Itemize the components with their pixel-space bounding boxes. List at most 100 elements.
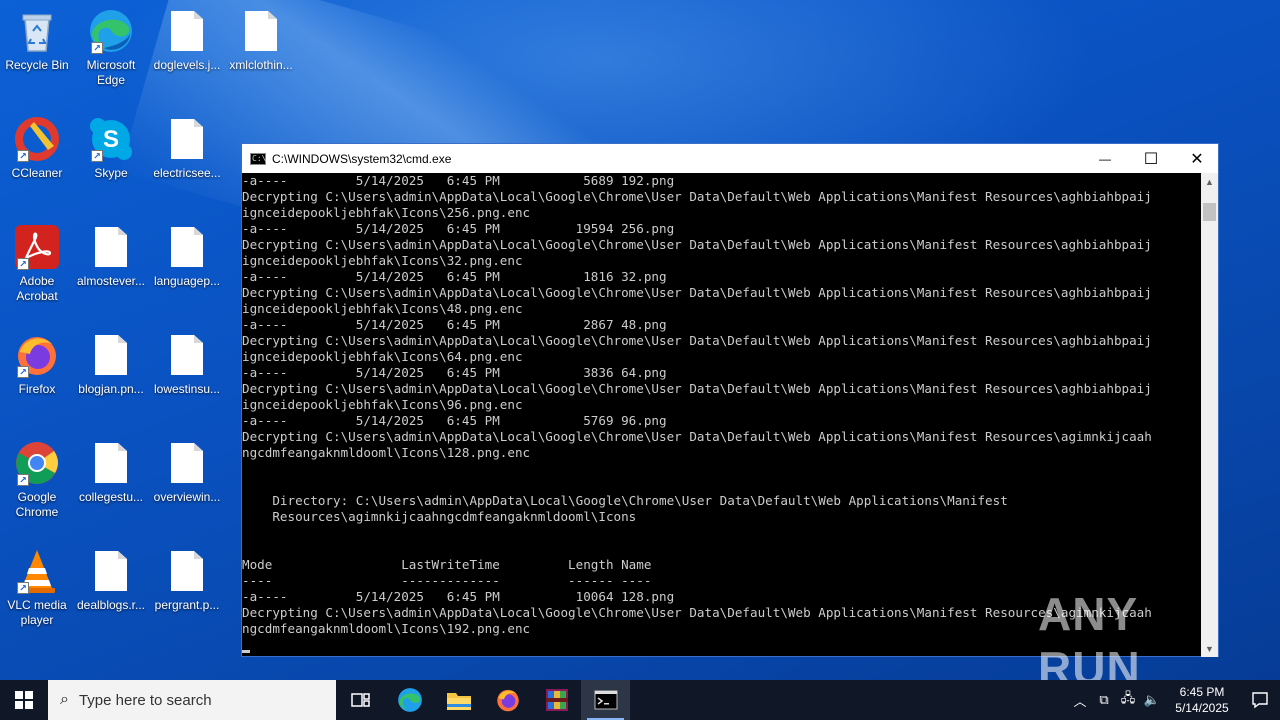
- desktop-icon-file[interactable]: pergrant.p...: [150, 548, 224, 613]
- taskbar-winrar[interactable]: [532, 680, 581, 720]
- windows-logo-icon: [15, 691, 33, 709]
- taskbar-firefox[interactable]: [483, 680, 532, 720]
- acrobat-icon: ↗: [13, 224, 61, 270]
- console-line: Decrypting C:\Users\admin\AppData\Local\…: [242, 333, 1152, 348]
- shortcut-arrow-icon: ↗: [91, 42, 103, 54]
- taskbar-clock[interactable]: 6:45 PM 5/14/2025: [1164, 684, 1240, 716]
- file-icon: [87, 332, 135, 378]
- taskbar-edge[interactable]: [385, 680, 434, 720]
- desktop-icon-label: lowestinsu...: [153, 382, 221, 396]
- search-icon: ⌕: [60, 691, 69, 708]
- desktop-icon-label: Skype: [94, 166, 128, 180]
- chrome-icon: ↗: [13, 440, 61, 486]
- desktop-icon-label: Microsoft Edge: [86, 58, 136, 87]
- console-line: ignceidepookljebhfak\Icons\64.png.enc: [242, 349, 523, 364]
- edge-icon: ↗: [87, 8, 135, 54]
- console-scrollbar[interactable]: ▲ ▼: [1201, 173, 1218, 657]
- svg-text:S: S: [103, 126, 119, 153]
- minimize-button[interactable]: —: [1082, 144, 1128, 173]
- file-icon: [163, 8, 211, 54]
- cmd-titlebar[interactable]: C:\ C:\WINDOWS\system32\cmd.exe — ☐ ✕: [242, 144, 1218, 173]
- desktop-icon-file[interactable]: electricsee...: [150, 116, 224, 181]
- file-icon: [163, 440, 211, 486]
- maximize-icon: ☐: [1143, 150, 1159, 168]
- desktop-icon-label: electricsee...: [153, 166, 221, 180]
- desktop-icon-google-chrome[interactable]: ↗ Google Chrome: [0, 440, 74, 520]
- desktop-icon-label: Firefox: [18, 382, 56, 396]
- desktop-icon-ccleaner[interactable]: ↗ CCleaner: [0, 116, 74, 181]
- shortcut-arrow-icon: ↗: [17, 474, 29, 486]
- file-icon: [237, 8, 285, 54]
- notification-center-button[interactable]: [1240, 680, 1280, 720]
- scroll-thumb[interactable]: [1203, 203, 1216, 221]
- desktop-icon-label: VLC media player: [7, 598, 67, 627]
- network-icon[interactable]: 🖧: [1116, 689, 1140, 711]
- desktop-icon-file[interactable]: doglevels.j...: [150, 8, 224, 73]
- desktop-icon-label: blogjan.pn...: [78, 382, 144, 396]
- desktop-icon-file[interactable]: dealblogs.r...: [74, 548, 148, 613]
- desktop-icon-file[interactable]: collegestu...: [74, 440, 148, 505]
- scroll-up-icon[interactable]: ▲: [1201, 173, 1218, 190]
- desktop-icon-file[interactable]: xmlclothin...: [224, 8, 298, 73]
- file-icon: [87, 440, 135, 486]
- shortcut-arrow-icon: ↗: [17, 582, 29, 594]
- maximize-button[interactable]: ☐: [1128, 144, 1174, 173]
- console-line: Decrypting C:\Users\admin\AppData\Local\…: [242, 429, 1152, 444]
- taskbar-cmd[interactable]: [581, 680, 630, 720]
- window-title: C:\WINDOWS\system32\cmd.exe: [272, 151, 452, 166]
- clock-time: 6:45 PM: [1179, 685, 1225, 699]
- file-icon: [163, 116, 211, 162]
- desktop-icon-file[interactable]: blogjan.pn...: [74, 332, 148, 397]
- console-line: Mode LastWriteTime Length Name: [242, 557, 652, 572]
- desktop-icon-label: CCleaner: [11, 166, 63, 180]
- desktop-icon-label: Recycle Bin: [5, 58, 69, 72]
- console-line: -a---- 5/14/2025 6:45 PM 5689 192.png: [242, 173, 675, 188]
- volume-icon[interactable]: 🔈: [1140, 692, 1164, 708]
- task-view-button[interactable]: [336, 680, 385, 720]
- clock-date: 5/14/2025: [1175, 701, 1229, 715]
- desktop-icon-label: Google Chrome: [15, 490, 59, 519]
- desktop-icon-file[interactable]: almostever...: [74, 224, 148, 289]
- file-icon: [163, 224, 211, 270]
- console-line: Decrypting C:\Users\admin\AppData\Local\…: [242, 285, 1152, 300]
- console-line: ignceidepookljebhfak\Icons\48.png.enc: [242, 301, 523, 316]
- console-line: ignceidepookljebhfak\Icons\96.png.enc: [242, 397, 523, 412]
- shortcut-arrow-icon: ↗: [17, 150, 29, 162]
- ccleaner-icon: ↗: [13, 116, 61, 162]
- desktop-icon-microsoft-edge[interactable]: ↗ Microsoft Edge: [74, 8, 148, 88]
- start-button[interactable]: [0, 680, 48, 720]
- console-line: Directory: C:\Users\admin\AppData\Local\…: [242, 493, 1008, 508]
- desktop-icon-vlc[interactable]: ↗ VLC media player: [0, 548, 74, 628]
- console-line: -a---- 5/14/2025 6:45 PM 19594 256.png: [242, 221, 675, 236]
- desktop-icon-file[interactable]: languagep...: [150, 224, 224, 289]
- desktop-icon-skype[interactable]: S ↗ Skype: [74, 116, 148, 181]
- firefox-icon: [496, 689, 519, 712]
- desktop-icon-label: overviewin...: [153, 490, 221, 504]
- close-button[interactable]: ✕: [1174, 144, 1220, 173]
- cmd-window[interactable]: C:\ C:\WINDOWS\system32\cmd.exe — ☐ ✕ -a…: [241, 143, 1219, 657]
- taskbar-file-explorer[interactable]: [434, 680, 483, 720]
- file-icon: [87, 548, 135, 594]
- console-line: ignceidepookljebhfak\Icons\32.png.enc: [242, 253, 523, 268]
- meet-now-icon[interactable]: ⧉: [1092, 692, 1116, 708]
- desktop-icon-file[interactable]: overviewin...: [150, 440, 224, 505]
- desktop-icon-file[interactable]: lowestinsu...: [150, 332, 224, 397]
- desktop-icon-adobe-acrobat[interactable]: ↗ Adobe Acrobat: [0, 224, 74, 304]
- console-line: -a---- 5/14/2025 6:45 PM 5769 96.png: [242, 413, 667, 428]
- close-icon: ✕: [1190, 150, 1204, 168]
- file-icon: [163, 332, 211, 378]
- console-line: -a---- 5/14/2025 6:45 PM 1816 32.png: [242, 269, 667, 284]
- desktop-icon-recycle-bin[interactable]: Recycle Bin: [0, 8, 74, 73]
- chevron-up-icon[interactable]: ︿: [1068, 691, 1092, 710]
- console-line: -a---- 5/14/2025 6:45 PM 3836 64.png: [242, 365, 667, 380]
- file-icon: [163, 548, 211, 594]
- console-output[interactable]: -a---- 5/14/2025 6:45 PM 5689 192.png Dec…: [242, 173, 1202, 657]
- skype-icon: S ↗: [87, 116, 135, 162]
- desktop-icon-firefox[interactable]: ↗ Firefox: [0, 332, 74, 397]
- desktop-icon-label: pergrant.p...: [154, 598, 220, 612]
- taskbar-search-box[interactable]: ⌕ Type here to search: [48, 680, 336, 720]
- desktop-icon-label: dealblogs.r...: [76, 598, 146, 612]
